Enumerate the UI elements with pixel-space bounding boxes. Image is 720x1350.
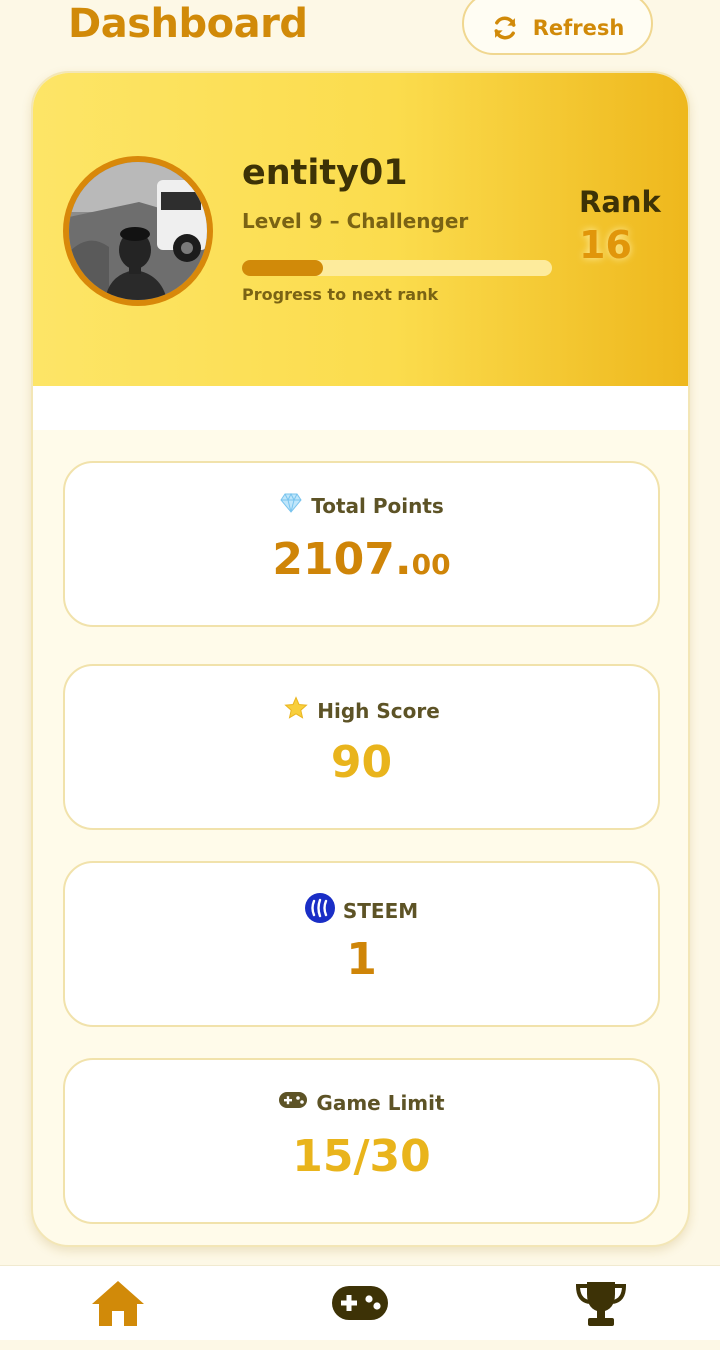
rank-label: Rank: [579, 185, 661, 219]
steem-label: STEEM: [342, 898, 419, 923]
progress-label: Progress to next rank: [242, 285, 439, 304]
level-label: Level 9 – Challenger: [242, 209, 469, 233]
stat-card-steem: STEEM 1: [63, 861, 660, 1027]
total-points-integer: 2107.: [272, 534, 412, 585]
page-title: Dashboard: [68, 1, 308, 47]
dashboard-card: entity01 Level 9 – Challenger Progress t…: [31, 71, 690, 1247]
profile-banner: entity01 Level 9 – Challenger Progress t…: [33, 73, 688, 386]
nav-leaderboard[interactable]: [575, 1280, 627, 1332]
stat-card-total-points: Total Points 2107.00: [63, 461, 660, 627]
high-score-label: High Score: [317, 698, 440, 723]
nav-games[interactable]: [331, 1284, 389, 1326]
high-score-value: 90: [330, 737, 393, 788]
total-points-label: Total Points: [311, 493, 444, 518]
refresh-button[interactable]: Refresh: [462, 0, 653, 55]
gamepad-icon: [278, 1090, 308, 1115]
banner-divider: [33, 386, 688, 430]
rank-value: 16: [579, 223, 632, 267]
game-limit-label: Game Limit: [316, 1090, 445, 1115]
refresh-label: Refresh: [532, 15, 625, 40]
rank-progress-bar: [242, 260, 552, 276]
rank-progress-fill: [242, 260, 323, 276]
home-icon: [90, 1278, 146, 1332]
avatar[interactable]: [63, 156, 213, 306]
refresh-icon: [491, 14, 519, 42]
stat-card-high-score: High Score 90: [63, 664, 660, 830]
star-icon: [283, 696, 309, 725]
total-points-decimal: 00: [411, 548, 451, 581]
game-limit-value: 15/30: [292, 1131, 431, 1182]
top-bar: Dashboard Refresh: [0, 0, 720, 60]
total-points-value: 2107.00: [65, 535, 658, 590]
steem-value: 1: [346, 934, 377, 985]
trophy-icon: [575, 1280, 627, 1332]
stat-card-game-limit: Game Limit 15/30: [63, 1058, 660, 1224]
username: entity01: [242, 153, 408, 193]
nav-home[interactable]: [90, 1278, 146, 1332]
gamepad-icon: [331, 1284, 389, 1326]
gem-icon: [279, 492, 303, 518]
steem-logo-icon: [304, 893, 335, 928]
bottom-nav: [0, 1265, 720, 1340]
